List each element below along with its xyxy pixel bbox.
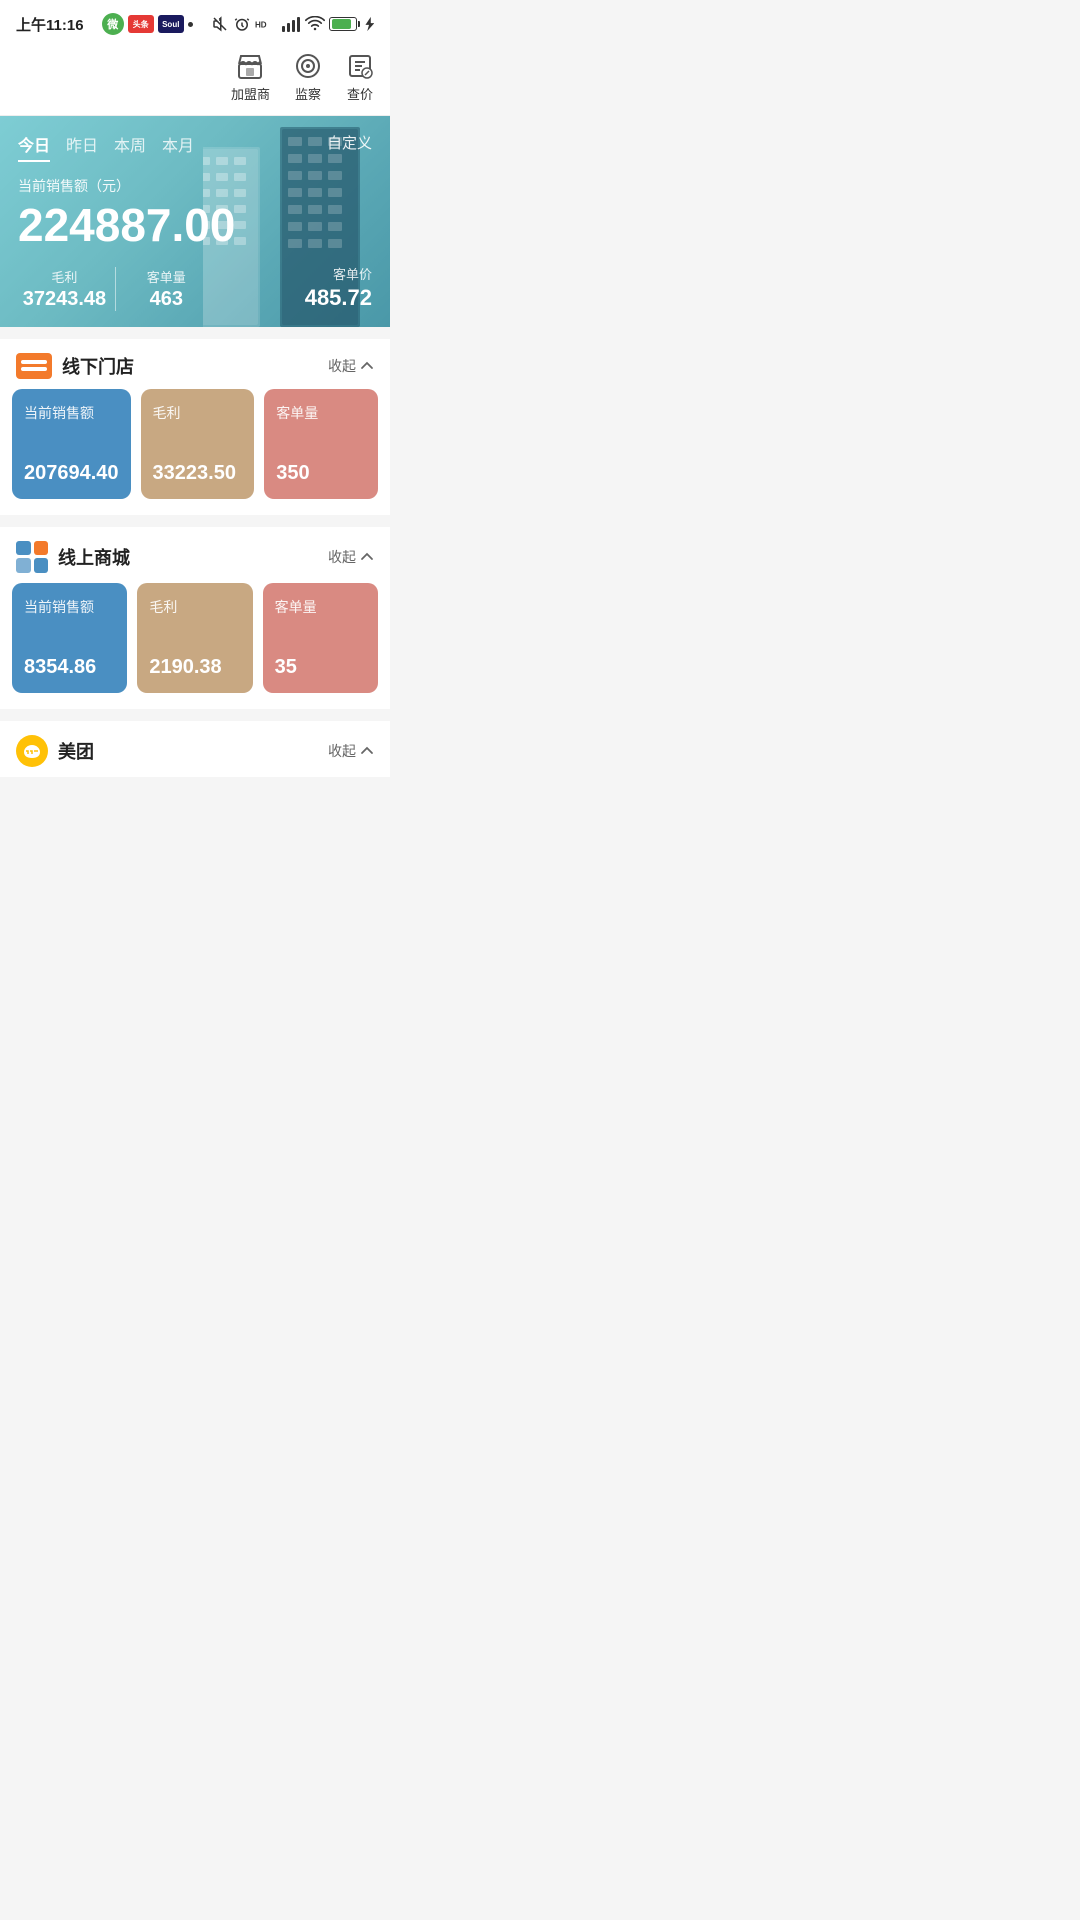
tab-today[interactable]: 今日 [18, 132, 50, 162]
stat-order-count-label: 客单量 [120, 267, 213, 286]
stat-order-count-value: 463 [120, 288, 213, 311]
stat-order-count: 客单量 463 [120, 267, 213, 311]
store-nav-label: 加盟商 [231, 84, 270, 103]
online-orders-value: 35 [275, 655, 366, 679]
online-sales-label: 当前销售额 [24, 597, 115, 617]
online-orders-card: 客单量 35 [263, 583, 378, 693]
stat-gross-profit: 毛利 37243.48 [18, 267, 111, 311]
online-collapse-label: 收起 [328, 547, 356, 567]
offline-sales-label: 当前销售额 [24, 403, 119, 423]
banner-stats: 毛利 37243.48 客单量 463 [18, 267, 213, 311]
offline-profit-value: 33223.50 [153, 461, 243, 485]
wifi-icon [305, 16, 325, 32]
stat-unit-price: 客单价 485.72 [305, 264, 372, 311]
nav-monitor[interactable]: 监察 [294, 52, 322, 103]
stat-unit-price-value: 485.72 [305, 285, 372, 311]
status-right-icons: HD [211, 15, 374, 33]
offline-store-icon [16, 353, 52, 379]
offline-sales-card: 当前销售额 207694.40 [12, 389, 131, 499]
offline-collapse-button[interactable]: 收起 [328, 356, 374, 376]
status-bar: 上午11:16 微 头条 Soul HD [0, 0, 390, 44]
charging-icon [364, 16, 374, 32]
meituan-collapse-label: 收起 [328, 741, 356, 761]
offline-section-header: 线下门店 收起 [0, 339, 390, 389]
nav-price[interactable]: 查价 [346, 52, 374, 103]
price-nav-label: 查价 [347, 84, 373, 103]
store-icon [236, 52, 264, 80]
price-icon [346, 52, 374, 80]
nav-store[interactable]: 加盟商 [231, 52, 270, 103]
offline-cards-grid: 当前销售额 207694.40 毛利 33223.50 客单量 350 [0, 389, 390, 515]
online-profit-card: 毛利 2190.38 [137, 583, 252, 693]
monitor-icon [294, 52, 322, 80]
online-sales-card: 当前销售额 8354.86 [12, 583, 127, 693]
offline-sales-value: 207694.40 [24, 461, 119, 485]
hd-icon: HD [255, 16, 277, 32]
wechat-icon: 微 [102, 13, 124, 35]
online-section-title: 线上商城 [58, 544, 130, 570]
meituan-section-title: 美团 [58, 738, 94, 764]
online-section: 线上商城 收起 当前销售额 8354.86 毛利 2190.38 客单量 35 [0, 527, 390, 709]
meituan-icon [16, 735, 48, 767]
svg-text:HD: HD [255, 21, 267, 30]
online-collapse-button[interactable]: 收起 [328, 547, 374, 567]
online-title-group: 线上商城 [16, 541, 130, 573]
custom-date-button[interactable]: 自定义 [327, 132, 372, 153]
online-section-header: 线上商城 收起 [0, 527, 390, 583]
signal-icon [281, 16, 301, 32]
meituan-section-header: 美团 收起 [0, 721, 390, 777]
online-orders-label: 客单量 [275, 597, 366, 617]
offline-profit-card: 毛利 33223.50 [141, 389, 255, 499]
chevron-up-icon [360, 359, 374, 373]
header-nav: 加盟商 监察 查价 [0, 44, 390, 116]
meituan-title-group: 美团 [16, 735, 94, 767]
meituan-collapse-button[interactable]: 收起 [328, 741, 374, 761]
stat-unit-price-label: 客单价 [305, 264, 372, 283]
toutiao-icon: 头条 [128, 15, 154, 33]
stat-gross-profit-value: 37243.48 [18, 288, 111, 311]
online-sales-value: 8354.86 [24, 655, 115, 679]
offline-orders-label: 客单量 [276, 403, 366, 423]
alarm-icon [233, 15, 251, 33]
chevron-up-icon-2 [360, 550, 374, 564]
online-store-icon [16, 541, 48, 573]
monitor-nav-label: 监察 [295, 84, 321, 103]
online-cards-grid: 当前销售额 8354.86 毛利 2190.38 客单量 35 [0, 583, 390, 709]
status-dot [188, 22, 193, 27]
banner-main-value: 224887.00 [18, 200, 372, 251]
app-icons: 微 头条 Soul [102, 13, 193, 35]
banner: 今日 昨日 本周 本月 自定义 当前销售额（元） 224887.00 毛利 37… [0, 116, 390, 327]
stat-divider-1 [115, 267, 116, 311]
online-profit-label: 毛利 [149, 597, 240, 617]
stat-gross-profit-label: 毛利 [18, 267, 111, 286]
soul-icon: Soul [158, 15, 184, 33]
banner-subtitle: 当前销售额（元） [18, 176, 372, 196]
meituan-section: 美团 收起 [0, 721, 390, 777]
status-time: 上午11:16 [16, 14, 84, 35]
offline-section: 线下门店 收起 当前销售额 207694.40 毛利 33223.50 客单量 … [0, 339, 390, 515]
mute-icon [211, 15, 229, 33]
offline-orders-value: 350 [276, 461, 366, 485]
offline-title-group: 线下门店 [16, 353, 134, 379]
offline-profit-label: 毛利 [153, 403, 243, 423]
date-tabs: 今日 昨日 本周 本月 自定义 [18, 132, 372, 162]
tab-month[interactable]: 本月 [162, 132, 194, 162]
battery-indicator [329, 17, 360, 31]
offline-collapse-label: 收起 [328, 356, 356, 376]
tab-week[interactable]: 本周 [114, 132, 146, 162]
offline-orders-card: 客单量 350 [264, 389, 378, 499]
offline-section-title: 线下门店 [62, 353, 134, 379]
tab-yesterday[interactable]: 昨日 [66, 132, 98, 162]
chevron-up-icon-3 [360, 744, 374, 758]
online-profit-value: 2190.38 [149, 655, 240, 679]
